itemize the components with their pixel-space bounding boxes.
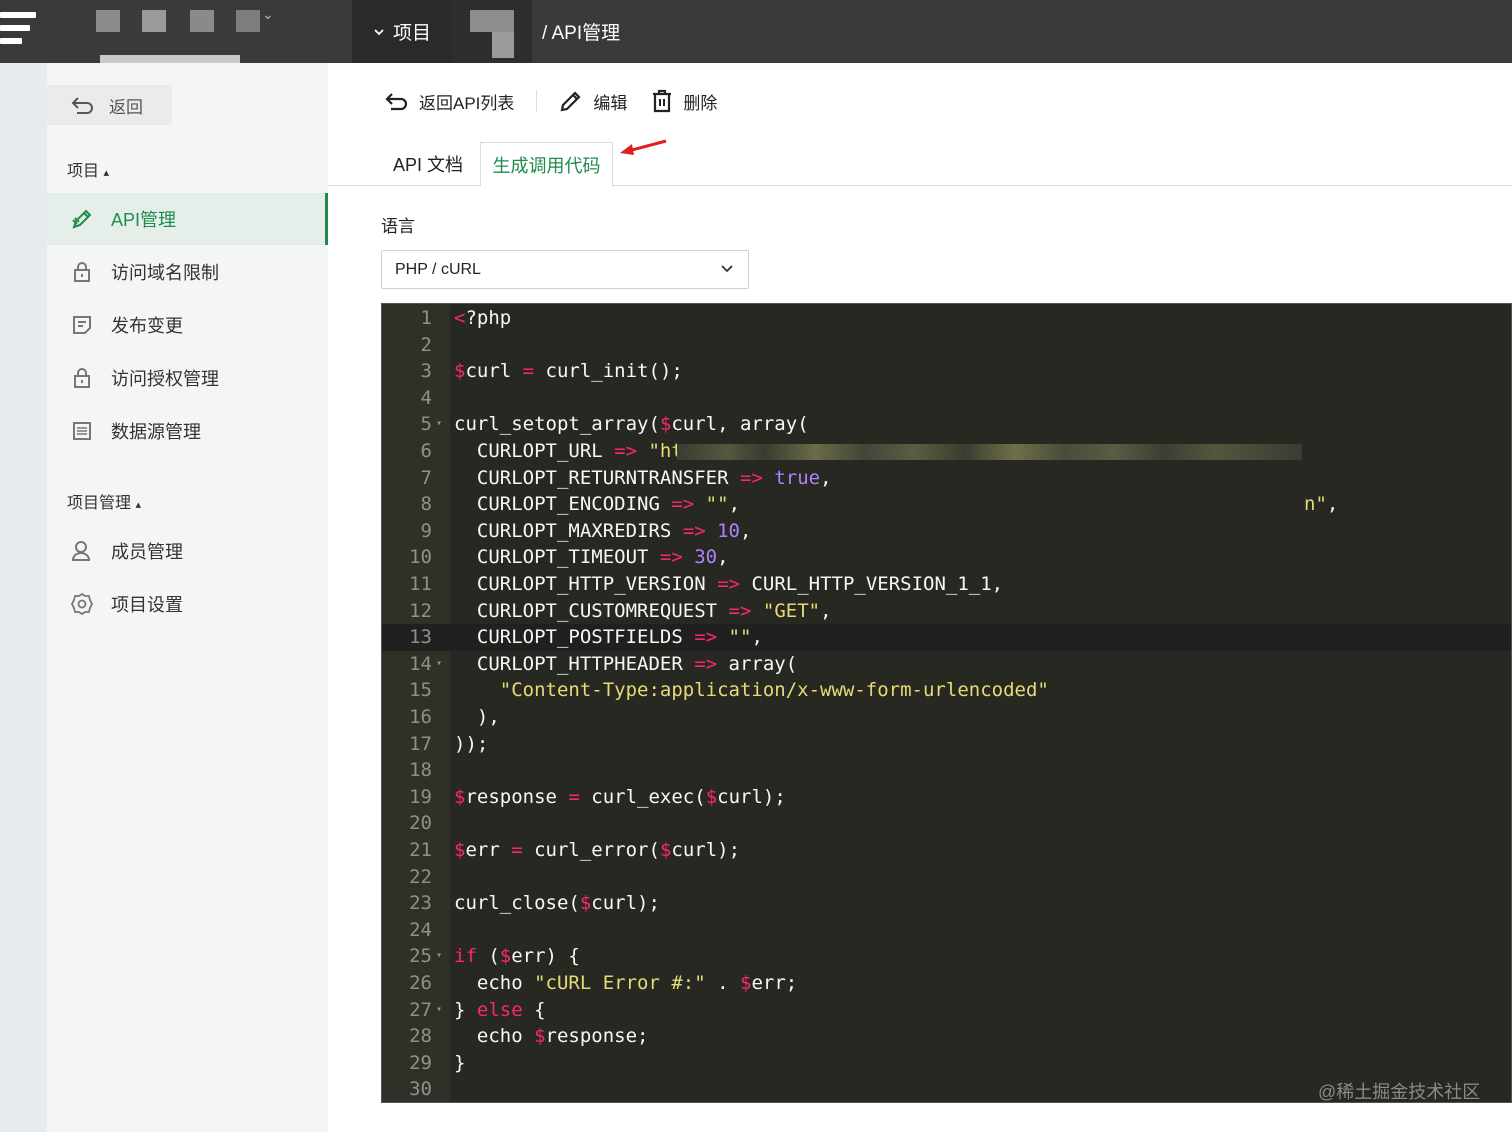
top-bar: ⌄ 项目 / API管理: [0, 0, 1512, 67]
code-line: 5 ▾ curl_setopt_array($curl, array(: [382, 411, 1511, 438]
language-select[interactable]: PHP / cURL: [381, 250, 749, 289]
code-line: 17));: [409, 732, 489, 755]
tab-api-doc[interactable]: API 文档: [393, 142, 463, 186]
back-arrow-icon: [71, 97, 93, 114]
code-line: 19 $response = curl_exec($curl);: [409, 785, 786, 808]
code-line: 10 CURLOPT_TIMEOUT => 30,: [409, 546, 729, 569]
delete-label: 删除: [683, 93, 718, 113]
language-label: 语言: [381, 217, 415, 236]
chevron-down-icon: [374, 28, 384, 35]
code-line: 7 CURLOPT_RETURNTRANSFER => true,: [420, 466, 832, 489]
code-line: 26 echo "cURL Error #:" . $err;: [409, 972, 798, 994]
breadcrumb: / API管理: [542, 23, 621, 44]
code-line: 22: [409, 865, 432, 888]
sidebar-item-label: 成员管理: [111, 542, 183, 562]
chevron-down-icon[interactable]: ⌄: [262, 6, 274, 23]
delete-button[interactable]: 删除: [651, 89, 717, 114]
sidebar-item-members[interactable]: 成员管理: [47, 525, 328, 577]
sidebar-item-access-authorization[interactable]: 访问授权管理: [47, 352, 328, 404]
document-icon: [71, 314, 93, 336]
code-line: 2: [420, 333, 432, 356]
back-to-list-label: 返回API列表: [419, 93, 515, 113]
back-arrow-icon: [385, 93, 408, 111]
fold-icon[interactable]: ▾: [436, 411, 442, 438]
section-title-project[interactable]: 项目 ▴: [67, 157, 109, 181]
code-line: 16 ),: [409, 706, 500, 728]
tab-project[interactable]: 项目: [352, 0, 452, 63]
code-line: 25 ▾ if ($err) {: [382, 943, 1511, 970]
chevron-down-icon: [721, 265, 733, 273]
code-line: 14 ▾ CURLOPT_HTTPHEADER => array(: [382, 651, 1511, 678]
sidebar-item-label: 发布变更: [111, 316, 183, 336]
user-icon: [71, 540, 93, 562]
list-icon: [71, 420, 93, 442]
lock-icon: [71, 367, 93, 389]
code-line: 1 <?php: [420, 307, 512, 329]
tab-generate-code[interactable]: 生成调用代码: [480, 142, 613, 187]
code-line-active: 13 CURLOPT_POSTFIELDS => "",: [382, 624, 1511, 651]
code-line: 12 CURLOPT_CUSTOMREQUEST => "GET",: [409, 599, 832, 622]
fold-icon[interactable]: ▾: [436, 651, 442, 678]
back-label: 返回: [109, 97, 143, 117]
code-editor[interactable]: 1 <?php 2 3 $curl = curl_init(); 4 5 ▾ curl_…: [381, 303, 1512, 1103]
sidebar-item-domain-restriction[interactable]: 访问域名限制: [47, 246, 328, 298]
code-line: 15 "Content-Type:application/x-www-form-…: [409, 679, 1049, 702]
sidebar-item-datasource[interactable]: 数据源管理: [47, 405, 328, 457]
sidebar-item-api-management[interactable]: API管理: [47, 193, 328, 245]
sidebar-item-label: 访问授权管理: [111, 369, 219, 389]
code-line: 24: [409, 918, 432, 941]
section-title-project-management[interactable]: 项目管理 ▴: [67, 489, 141, 513]
lock-icon: [71, 261, 93, 283]
project-selector[interactable]: [452, 0, 532, 63]
code-line: 18: [409, 759, 432, 782]
edit-label: 编辑: [593, 93, 628, 113]
code-line: 29}: [409, 1051, 466, 1074]
code-line: 20: [409, 812, 432, 835]
code-line: 8 CURLOPT_ENCODING => "",: [420, 493, 741, 516]
sidebar-item-project-settings[interactable]: 项目设置: [47, 578, 328, 630]
code-line: 27 ▾} else {: [382, 997, 1511, 1024]
api-toolbar: 返回API列表 编辑 删除: [385, 86, 717, 116]
sidebar-item-label: 项目设置: [111, 595, 183, 615]
gear-icon: [71, 593, 93, 615]
sidebar: 返回 项目 ▴ API管理 访问域名限制 发布变更 访问授权管理 数据源管理 项…: [47, 63, 328, 1132]
workspace-switcher[interactable]: [48, 0, 268, 67]
code-line: 9 CURLOPT_MAXREDIRS => 10,: [420, 519, 752, 542]
fold-icon[interactable]: ▾: [436, 943, 442, 970]
redacted-url: [677, 444, 1302, 460]
code-line: 11 CURLOPT_HTTP_VERSION => CURL_HTTP_VER…: [409, 573, 1004, 595]
logo-icon[interactable]: [0, 8, 36, 48]
code-line: 4: [420, 386, 432, 409]
trash-icon: [653, 89, 672, 113]
sidebar-item-label: 访问域名限制: [111, 263, 219, 283]
code-line: 28 echo $response;: [409, 1025, 649, 1048]
code-line: 6 CURLOPT_URL => "ht n",: [420, 440, 1339, 516]
api-edit-icon: [71, 208, 93, 230]
toolbar-divider: [536, 90, 538, 112]
content-tabs: API 文档 生成调用代码: [328, 142, 1512, 187]
tab-project-label: 项目: [392, 23, 431, 44]
sidebar-item-publish-changes[interactable]: 发布变更: [47, 299, 328, 351]
sidebar-item-label: 数据源管理: [111, 422, 201, 442]
sidebar-item-label: API管理: [111, 210, 177, 230]
red-arrow-annotation: [620, 139, 667, 155]
code-line: 3 $curl = curl_init();: [420, 360, 683, 383]
back-to-list-button[interactable]: 返回API列表: [385, 89, 514, 114]
pencil-icon: [561, 91, 581, 112]
language-selected-value: PHP / cURL: [395, 260, 481, 278]
fold-icon[interactable]: ▾: [436, 997, 442, 1024]
watermark: @稀土掘金技术社区: [1318, 1082, 1481, 1102]
edit-button[interactable]: 编辑: [559, 89, 627, 114]
code-line: 23 curl_close($curl);: [409, 892, 660, 915]
code-line: 21 $err = curl_error($curl);: [409, 839, 741, 861]
back-button[interactable]: 返回: [47, 85, 172, 125]
side-strip: [0, 63, 47, 1132]
